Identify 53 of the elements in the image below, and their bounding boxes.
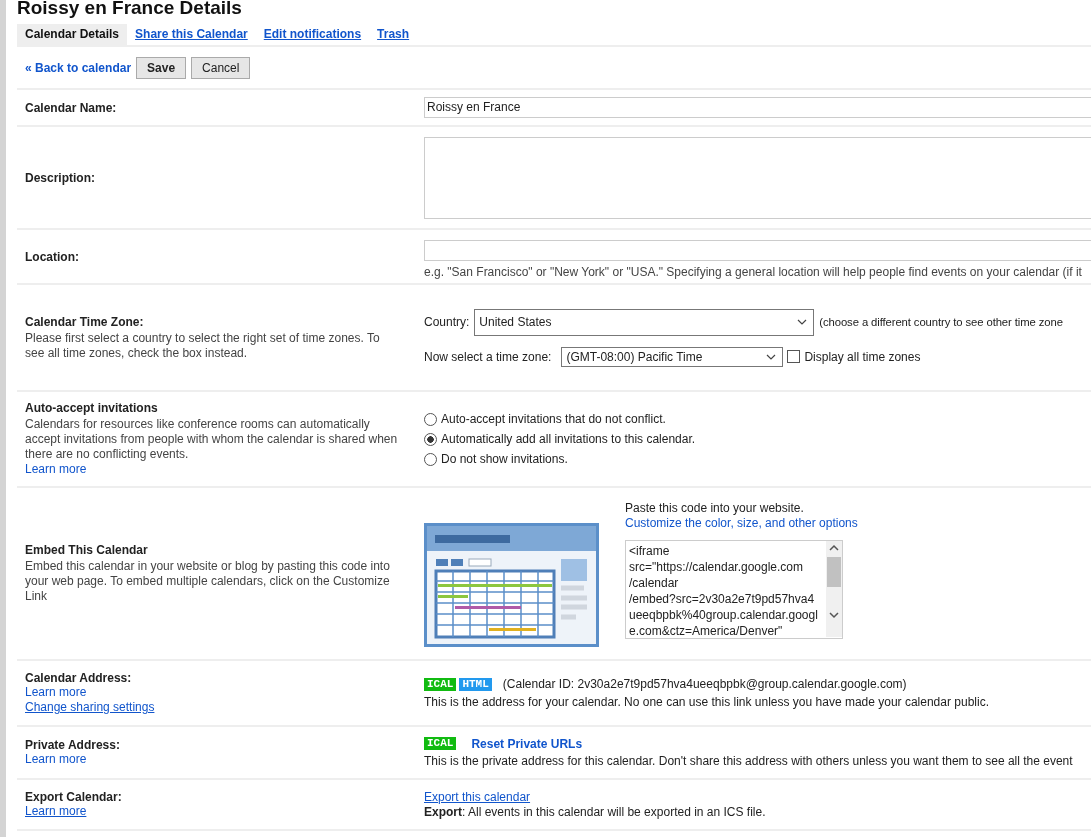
chevron-down-icon [766,353,777,360]
address-note: This is the private address for this calendar. Don't share this address with others unless you want them to see all the event [424,752,1074,769]
radio-button[interactable] [424,452,437,466]
tab[interactable]: Calendar Details [17,24,128,45]
time-zone-label: Now select a time zone: [424,348,552,365]
radio-button[interactable] [424,432,437,446]
help-link[interactable]: Learn more [25,685,87,700]
chevron-down-icon [797,319,808,325]
time-zone-dropdown[interactable]: (GMT-08:00) Pacific Time [561,346,784,367]
reset-link[interactable]: Reset Private URLs [471,736,583,751]
field-label: Export Calendar: [25,790,123,804]
field-label: Auto-accept invitations [25,401,159,415]
field-label: Description: [25,170,96,185]
field-label: Calendar Address: [25,671,133,685]
tab[interactable]: Trash [369,24,418,45]
radio-label: Auto-accept invitations that do not conflict. [441,411,666,427]
field-label: Location: [25,249,80,264]
country-label: Country: [424,314,470,330]
checkbox[interactable] [787,350,801,363]
address-note: This is the address for your calendar. No one can use this link unless you have made your calendar public. [424,694,990,710]
radio-button[interactable] [424,412,437,426]
field-description: Please first select a country to select the right set of time zones. To see all time zones, check the box instead. [25,330,381,361]
help-link[interactable]: Learn more [25,462,87,477]
help-link[interactable]: Learn more [25,804,87,819]
name-field[interactable]: Roissy en France [424,97,1091,118]
checkbox-label: Display all time zones [804,348,921,365]
tab[interactable]: Share this Calendar [127,24,256,45]
export-note: Export: All events in this calendar will be exported in an ICS file. [424,804,767,820]
field-label: Private Address: [25,738,121,752]
description-field[interactable] [424,136,1091,219]
country-note: (choose a different country to see other time zone [819,315,1063,330]
field-label: Calendar Name: [25,100,118,115]
country-dropdown[interactable]: United States [474,308,815,336]
field-label: Calendar Time Zone: [25,314,145,329]
toolbar-button[interactable]: Cancel [191,57,251,79]
export-link[interactable]: Export this calendar [424,789,1091,804]
toolbar-button[interactable]: Save [136,57,187,79]
tab[interactable]: Edit notifications [255,24,370,45]
location-field[interactable] [424,240,1091,261]
back-link[interactable]: « Back to calendar [25,61,132,75]
radio-label: Automatically add all invitations to this calendar. [441,431,696,447]
page-title: Roissy en France Details [17,0,243,18]
field-description: Embed this calendar in your website or blog by pasting this code into your web page. To embed multiple calendars, click on the Customize Link [25,559,391,604]
help-link[interactable]: Learn more [25,752,87,767]
radio-label: Do not show invitations. [441,451,568,467]
embed-instruction: Paste this code into your website. [625,500,805,516]
field-label: Embed This Calendar [25,543,149,557]
help-link[interactable]: Change sharing settings [25,700,155,715]
location-hint: e.g. "San Francisco" or "New York" or "USA." Specifying a general location will help people find events on your calendar (if it [424,265,1083,279]
embed-code-field[interactable]: <iframe src="https://calendar.google.com /calendar /embed?src=2v30a2e7t9pd57hva4 ueeqbpbk%40group.calendar.googl e.com&ctz=America/Denver" [625,540,843,639]
field-description: Calendars for resources like conference rooms can automatically accept invitations from people with whom the calendar is shared when there are no conflicting events. [25,417,399,462]
customize-link[interactable]: Customize the color, size, and other options [625,516,858,530]
calendar-id: (Calendar ID: 2v30a2e7t9pd57hva4ueeqbpbk@group.calendar.google.com) [502,676,907,692]
